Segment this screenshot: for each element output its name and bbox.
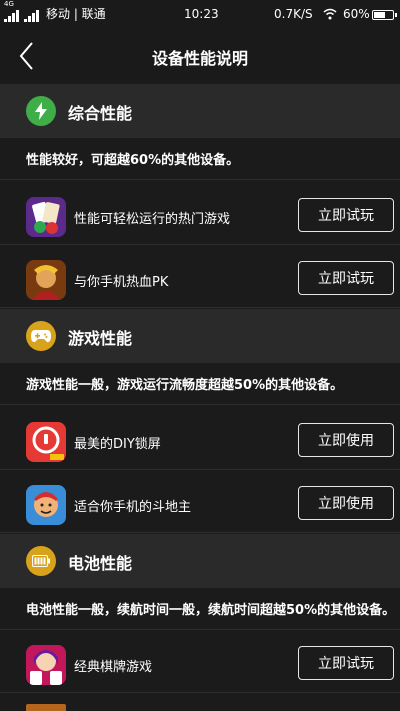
use-now-button[interactable]: 立即使用 xyxy=(298,486,394,520)
list-item: 性能可轻松运行的热门游戏 立即试玩 xyxy=(0,189,400,245)
section-description: 性能较好，可超越60%的其他设备。 xyxy=(0,138,400,180)
battery-status-icon xyxy=(372,10,397,20)
lock-screen-app-icon[interactable] xyxy=(26,422,66,462)
app-label: 经典棋牌游戏 xyxy=(74,660,153,675)
gamepad-icon xyxy=(26,321,56,351)
app-label: 性能可轻松运行的热门游戏 xyxy=(74,212,231,227)
clock: 10:23 xyxy=(184,7,219,21)
list-item: 适合你手机的斗地主 立即使用 xyxy=(0,477,400,533)
signal-icon xyxy=(4,10,19,22)
battery-percent: 60% xyxy=(343,7,370,21)
section-header-game: 游戏性能 xyxy=(0,309,400,363)
page-title: 设备性能说明 xyxy=(151,49,248,68)
list-item: 与你手机热血PK 立即试玩 xyxy=(0,252,400,308)
try-now-button[interactable]: 立即试玩 xyxy=(298,198,394,232)
section-title: 综合性能 xyxy=(68,104,133,123)
wifi-icon xyxy=(323,8,337,20)
use-now-button[interactable]: 立即使用 xyxy=(298,423,394,457)
doudizhu-game-icon[interactable] xyxy=(26,485,66,525)
section-title: 电池性能 xyxy=(68,554,133,573)
section-description: 电池性能一般，续航时间一般，续航时间超越50%的其他设备。 xyxy=(0,588,400,630)
section-header-battery: 电池性能 xyxy=(0,534,400,588)
app-icon-partial xyxy=(26,704,66,711)
network-type: 4G xyxy=(4,0,14,8)
battery-icon xyxy=(26,546,56,576)
signal-area: 4G 移动 | 联通 xyxy=(4,0,106,22)
signal-icon-2 xyxy=(24,10,39,22)
net-speed: 0.7K/S xyxy=(274,7,313,21)
poker-game-icon[interactable] xyxy=(26,197,66,237)
app-label: 最美的DIY锁屏 xyxy=(74,437,161,452)
next-list-item-partial xyxy=(0,700,400,711)
list-item: 最美的DIY锁屏 立即使用 xyxy=(0,414,400,470)
list-item: 经典棋牌游戏 立即试玩 xyxy=(0,637,400,693)
app-header: 设备性能说明 xyxy=(0,30,400,82)
carrier-text: 移动 | 联通 xyxy=(46,6,106,21)
card-game-icon[interactable] xyxy=(26,645,66,685)
app-label: 适合你手机的斗地主 xyxy=(74,500,192,515)
app-label: 与你手机热血PK xyxy=(74,275,169,290)
section-description: 游戏性能一般，游戏运行流畅度超越50%的其他设备。 xyxy=(0,363,400,405)
status-bar: 4G 移动 | 联通 10:23 0.7K/S 60% xyxy=(0,0,400,30)
lightning-icon xyxy=(26,96,56,126)
try-now-button[interactable]: 立即试玩 xyxy=(298,646,394,680)
section-title: 游戏性能 xyxy=(68,329,133,348)
section-header-overall: 综合性能 xyxy=(0,84,400,138)
try-now-button[interactable]: 立即试玩 xyxy=(298,261,394,295)
warrior-game-icon[interactable] xyxy=(26,260,66,300)
